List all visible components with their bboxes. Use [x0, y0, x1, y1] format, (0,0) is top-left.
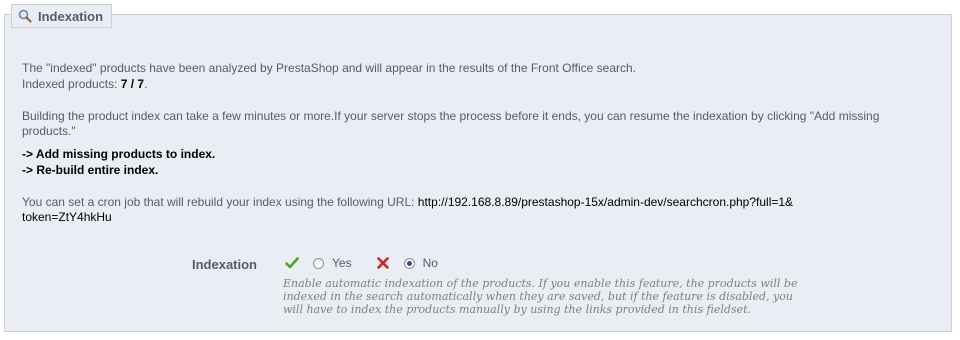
yes-label[interactable]: Yes: [332, 256, 352, 270]
arrow-prefix: ->: [22, 147, 36, 161]
legend-title: Indexation: [38, 8, 104, 24]
cron-url-token[interactable]: token=ZtY4hkHu: [22, 210, 112, 224]
build-note: Building the product index can take a fe…: [22, 109, 880, 138]
search-icon: [18, 9, 32, 23]
cross-icon: [376, 256, 390, 270]
indexation-hint: Enable automatic indexation of the produ…: [283, 277, 798, 316]
indexation-form-row: Indexation Yes No Enable automatic index…: [5, 249, 953, 329]
indexation-no-radio[interactable]: [403, 257, 415, 269]
rebuild-index-link[interactable]: Re-build entire index.: [36, 163, 158, 177]
indexed-products-line: Indexed products: 7 / 7.: [22, 77, 147, 92]
indexation-yes-radio[interactable]: [313, 257, 324, 269]
rebuild-line: -> Re-build entire index.: [22, 163, 158, 178]
cron-url[interactable]: http://192.168.8.89/prestashop-15x/admin…: [418, 195, 793, 209]
cron-line: You can set a cron job that will rebuild…: [22, 195, 902, 225]
fieldset-legend: Indexation: [11, 4, 113, 28]
add-missing-line: -> Add missing products to index.: [22, 147, 215, 162]
cron-text: You can set a cron job that will rebuild…: [22, 195, 418, 209]
no-label[interactable]: No: [423, 256, 438, 270]
checkmark-icon: [285, 256, 299, 270]
indexed-products-count: 7 / 7: [120, 77, 145, 91]
indexation-label: Indexation: [191, 257, 257, 272]
arrow-prefix: ->: [22, 163, 37, 177]
indexed-products-label: Indexed products:: [22, 77, 121, 91]
indexation-fieldset: The "indexed" products have been analyze…: [4, 14, 952, 332]
indexation-options: Yes No: [285, 255, 462, 271]
analyzed-text: The "indexed" products have been analyze…: [22, 61, 636, 75]
indexed-suffix: .: [144, 77, 148, 91]
add-missing-products-link[interactable]: Add missing products to index.: [36, 147, 215, 161]
